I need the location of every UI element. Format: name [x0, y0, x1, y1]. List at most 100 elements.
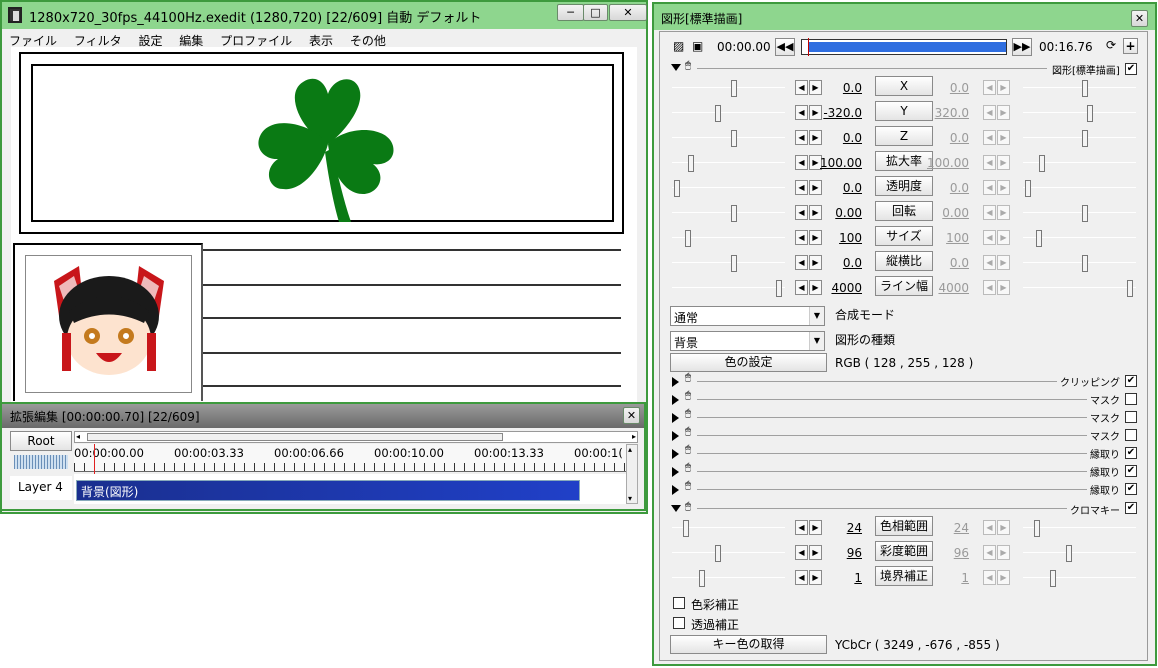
- arrow-right-icon[interactable]: ▶: [997, 545, 1010, 560]
- dropdown-arrow-icon[interactable]: ▼: [809, 307, 824, 325]
- param-right-thumb[interactable]: [1082, 130, 1088, 147]
- param-right-thumb[interactable]: [1036, 230, 1042, 247]
- alpha-correct-checkbox[interactable]: [673, 617, 685, 629]
- expand-triangle-icon[interactable]: [672, 467, 679, 477]
- chroma-param-right-value[interactable]: 96: [919, 546, 969, 560]
- filter-checkbox[interactable]: [1125, 429, 1137, 441]
- param-left-thumb[interactable]: [715, 105, 721, 122]
- param-right-thumb[interactable]: [1082, 255, 1088, 272]
- param-right-value[interactable]: 0.0: [919, 81, 969, 95]
- collapse-triangle-icon[interactable]: [671, 505, 681, 512]
- param-right-value[interactable]: 100: [919, 231, 969, 245]
- param-left-slider[interactable]: [672, 280, 785, 297]
- expand-triangle-icon[interactable]: [672, 377, 679, 387]
- arrow-left-icon[interactable]: ◀: [983, 205, 996, 220]
- loop-icon[interactable]: ⟳: [1106, 38, 1116, 52]
- arrow-right-icon[interactable]: ▶: [997, 130, 1010, 145]
- chroma-param-left-value[interactable]: 96: [812, 546, 862, 560]
- param-right-slider[interactable]: [1023, 230, 1136, 247]
- dropdown-arrow-icon[interactable]: ▼: [809, 332, 824, 350]
- rewind-button[interactable]: ◀◀: [775, 38, 795, 56]
- add-filter-button[interactable]: +: [1123, 38, 1138, 54]
- param-right-thumb[interactable]: [1025, 180, 1031, 197]
- arrow-left-icon[interactable]: ◀: [795, 155, 808, 170]
- param-left-slider[interactable]: [672, 230, 785, 247]
- arrow-right-icon[interactable]: ▶: [997, 280, 1010, 295]
- chroma-param-right-value[interactable]: 24: [919, 521, 969, 535]
- arrow-right-icon[interactable]: ▶: [997, 255, 1010, 270]
- chroma-param-right-value[interactable]: 1: [919, 571, 969, 585]
- key-color-button[interactable]: キー色の取得: [670, 635, 827, 654]
- expand-triangle-icon[interactable]: [672, 395, 679, 405]
- chroma-param-left-slider[interactable]: [672, 570, 785, 587]
- chroma-key-checkbox[interactable]: ✔: [1125, 502, 1137, 514]
- chroma-param-right-thumb[interactable]: [1034, 520, 1040, 537]
- filter-checkbox[interactable]: ✔: [1125, 465, 1137, 477]
- filter-checkbox[interactable]: [1125, 411, 1137, 423]
- arrow-left-icon[interactable]: ◀: [983, 105, 996, 120]
- arrow-left-icon[interactable]: ◀: [795, 545, 808, 560]
- arrow-left-icon[interactable]: ◀: [983, 155, 996, 170]
- param-left-value[interactable]: 100.00: [812, 156, 862, 170]
- param-left-thumb[interactable]: [731, 205, 737, 222]
- filter-checkbox[interactable]: ✔: [1125, 483, 1137, 495]
- param-left-value[interactable]: 0.0: [812, 131, 862, 145]
- param-left-value[interactable]: 0.0: [812, 181, 862, 195]
- param-right-value[interactable]: 100.00: [919, 156, 969, 170]
- param-left-slider[interactable]: [672, 155, 785, 172]
- param-left-thumb[interactable]: [776, 280, 782, 297]
- arrow-right-icon[interactable]: ▶: [997, 205, 1010, 220]
- param-left-value[interactable]: 0.0: [812, 81, 862, 95]
- playback-bar[interactable]: [801, 38, 1007, 56]
- param-right-slider[interactable]: [1023, 155, 1136, 172]
- chroma-param-right-arrows[interactable]: ◀ ▶: [983, 545, 1012, 560]
- arrow-left-icon[interactable]: ◀: [983, 230, 996, 245]
- param-right-value[interactable]: 0.0: [919, 256, 969, 270]
- arrow-right-icon[interactable]: ▶: [997, 155, 1010, 170]
- param-left-thumb[interactable]: [674, 180, 680, 197]
- param-left-slider[interactable]: [672, 205, 785, 222]
- arrow-right-icon[interactable]: ▶: [997, 230, 1010, 245]
- arrow-left-icon[interactable]: ◀: [983, 80, 996, 95]
- arrow-left-icon[interactable]: ◀: [795, 520, 808, 535]
- param-left-slider[interactable]: [672, 130, 785, 147]
- param-left-slider[interactable]: [672, 180, 785, 197]
- param-right-value[interactable]: 0.0: [919, 131, 969, 145]
- expand-triangle-icon[interactable]: [672, 413, 679, 423]
- param-left-value[interactable]: 4000: [812, 281, 862, 295]
- param-right-thumb[interactable]: [1039, 155, 1045, 172]
- blend-mode-select[interactable]: 通常 ▼: [670, 306, 825, 326]
- chroma-param-left-slider[interactable]: [672, 545, 785, 562]
- param-left-thumb[interactable]: [731, 255, 737, 272]
- arrow-right-icon[interactable]: ▶: [997, 105, 1010, 120]
- expand-triangle-icon[interactable]: [672, 485, 679, 495]
- param-right-arrows[interactable]: ◀ ▶: [983, 80, 1012, 95]
- arrow-right-icon[interactable]: ▶: [997, 520, 1010, 535]
- param-right-slider[interactable]: [1023, 280, 1136, 297]
- chroma-param-left-value[interactable]: 24: [812, 521, 862, 535]
- shape-type-select[interactable]: 背景 ▼: [670, 331, 825, 351]
- color-correct-checkbox[interactable]: [673, 597, 685, 609]
- param-left-thumb[interactable]: [731, 130, 737, 147]
- chroma-param-left-value[interactable]: 1: [812, 571, 862, 585]
- param-right-thumb[interactable]: [1082, 80, 1088, 97]
- param-right-arrows[interactable]: ◀ ▶: [983, 280, 1012, 295]
- param-left-slider[interactable]: [672, 80, 785, 97]
- param-right-arrows[interactable]: ◀ ▶: [983, 105, 1012, 120]
- arrow-left-icon[interactable]: ◀: [983, 255, 996, 270]
- arrow-left-icon[interactable]: ◀: [983, 130, 996, 145]
- param-left-value[interactable]: 100: [812, 231, 862, 245]
- param-right-thumb[interactable]: [1127, 280, 1133, 297]
- camera-icon[interactable]: ▨: [673, 39, 684, 53]
- filter-checkbox[interactable]: ✔: [1125, 375, 1137, 387]
- arrow-left-icon[interactable]: ◀: [795, 105, 808, 120]
- param-left-value[interactable]: 0.0: [812, 256, 862, 270]
- param-left-slider[interactable]: [672, 255, 785, 272]
- expand-triangle-icon[interactable]: [672, 431, 679, 441]
- param-left-thumb[interactable]: [731, 80, 737, 97]
- param-left-thumb[interactable]: [685, 230, 691, 247]
- param-right-arrows[interactable]: ◀ ▶: [983, 180, 1012, 195]
- arrow-left-icon[interactable]: ◀: [795, 280, 808, 295]
- param-right-arrows[interactable]: ◀ ▶: [983, 230, 1012, 245]
- chroma-param-left-thumb[interactable]: [683, 520, 689, 537]
